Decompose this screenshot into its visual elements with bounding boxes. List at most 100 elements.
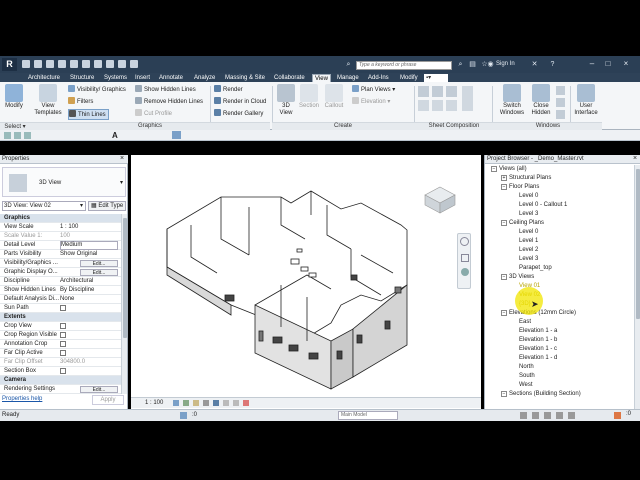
tree-leaf[interactable]: Level 3 — [519, 255, 538, 264]
property-value[interactable]: Architectural — [60, 277, 118, 286]
tree-node[interactable]: − Views (all) — [491, 165, 527, 174]
tree-node[interactable]: − Sections (Building Section) — [501, 390, 581, 399]
tree-leaf[interactable]: Level 0 — [519, 192, 538, 201]
properties-section-header[interactable]: Extents — [0, 313, 122, 322]
render-icon[interactable] — [213, 400, 219, 406]
text-icon[interactable] — [94, 60, 102, 68]
3d-view-icon[interactable] — [106, 60, 114, 68]
property-value[interactable]: 304800.0 — [60, 358, 118, 367]
tab-structure[interactable]: Structure — [68, 74, 96, 82]
tree-node[interactable]: −3D Views — [501, 273, 534, 282]
property-value[interactable]: By Discipline — [60, 286, 118, 295]
collapse-icon[interactable]: − — [501, 220, 507, 226]
visibility-graphics-button[interactable]: Visibility/ Graphics — [68, 85, 126, 94]
property-value[interactable]: Show Original — [60, 250, 118, 259]
measure-icon[interactable] — [82, 60, 90, 68]
revisions-icon[interactable] — [418, 100, 429, 111]
drawing-area[interactable] — [131, 155, 481, 409]
close-hidden-button[interactable]: Close Hidden — [530, 84, 552, 117]
tab-modify[interactable]: Modify — [398, 74, 420, 82]
shadows-icon[interactable] — [203, 400, 209, 406]
edit-type-button[interactable]: ▦ Edit Type — [88, 201, 126, 211]
save-icon[interactable] — [34, 60, 42, 68]
search-icon[interactable]: ⌕ — [456, 60, 465, 69]
view-ref-tools-icon[interactable] — [462, 86, 473, 111]
tree-node[interactable]: − Floor Plans — [501, 183, 539, 192]
user-interface-button[interactable]: User Interface — [572, 84, 600, 117]
zoom-window-icon[interactable] — [461, 254, 469, 262]
cut-profile-button[interactable]: Cut Profile — [135, 109, 172, 118]
tab-analyze[interactable]: Analyze — [192, 74, 217, 82]
tree-leaf[interactable]: Level 3 — [519, 210, 538, 219]
collapse-icon[interactable]: − — [501, 391, 507, 397]
select-pinned-icon[interactable] — [24, 132, 31, 139]
property-value[interactable]: None — [60, 295, 118, 304]
3d-view-button[interactable]: 3D View — [275, 84, 297, 117]
title-block-icon[interactable] — [432, 86, 443, 97]
hide-isolate-icon[interactable] — [243, 400, 249, 406]
properties-scrollbar[interactable] — [121, 214, 127, 394]
zoom-icon[interactable] — [461, 268, 469, 276]
modify-button[interactable]: Modify — [2, 84, 26, 110]
help-icon[interactable]: ? — [548, 60, 557, 69]
view-scale[interactable]: 1 : 100 — [145, 400, 163, 406]
properties-section-header[interactable]: Graphics — [0, 214, 122, 223]
maximize-icon[interactable]: □ — [602, 59, 614, 69]
tab-systems[interactable]: Systems — [102, 74, 129, 82]
select-underlay-icon[interactable] — [14, 132, 21, 139]
view-templates-button[interactable]: View Templates — [33, 84, 63, 117]
render-button[interactable]: Render — [214, 85, 243, 94]
property-checkbox[interactable] — [60, 367, 118, 376]
binoculars-icon[interactable]: ⌕ — [344, 60, 353, 69]
cascade-icon[interactable] — [556, 98, 565, 107]
close-icon[interactable]: × — [620, 59, 632, 69]
redo-icon[interactable] — [58, 60, 66, 68]
tree-leaf[interactable]: East — [519, 318, 531, 327]
crop-icon[interactable] — [223, 400, 229, 406]
tab-insert[interactable]: Insert — [133, 74, 152, 82]
sheet-icon[interactable] — [418, 86, 429, 97]
select-links-icon[interactable] — [520, 412, 527, 419]
thin-lines-button[interactable]: Thin Lines — [68, 109, 109, 120]
apply-button[interactable]: Apply — [92, 395, 124, 405]
tree-leaf[interactable]: Level 0 - Callout 1 — [519, 201, 567, 210]
collapse-icon[interactable]: − — [501, 310, 507, 316]
collapse-icon[interactable]: − — [501, 184, 507, 190]
callout-button[interactable]: Callout — [322, 84, 346, 110]
tree-leaf[interactable]: Elevation 1 - c — [519, 345, 557, 354]
sun-path-icon[interactable] — [193, 400, 199, 406]
open-icon[interactable] — [22, 60, 30, 68]
tab-view[interactable]: View — [312, 74, 331, 82]
section-icon[interactable] — [118, 60, 126, 68]
tab-architecture[interactable]: Architecture — [26, 74, 62, 82]
tab-collaborate[interactable]: Collaborate — [272, 74, 307, 82]
guide-grid-icon[interactable] — [446, 86, 457, 97]
app-logo[interactable]: R — [2, 58, 17, 71]
tree-leaf[interactable]: West — [519, 381, 533, 390]
select-pinned-icon[interactable] — [544, 412, 551, 419]
plan-views-button[interactable]: Plan Views ▾ — [352, 85, 395, 94]
thin-lines-toggle-icon[interactable] — [172, 131, 181, 139]
worksharing-icon[interactable] — [180, 412, 187, 419]
tree-leaf[interactable]: Level 1 — [519, 237, 538, 246]
filters-button[interactable]: Filters — [68, 97, 93, 106]
drag-elements-icon[interactable] — [568, 412, 575, 419]
lock-icon[interactable] — [233, 400, 239, 406]
tree-leaf[interactable]: North — [519, 363, 534, 372]
group-select[interactable]: Select ▾ — [0, 122, 30, 130]
checkbox[interactable] — [60, 368, 66, 374]
property-value[interactable]: Medium — [60, 241, 118, 250]
show-hidden-lines-button[interactable]: Show Hidden Lines — [135, 85, 196, 94]
replicate-icon[interactable] — [556, 86, 565, 95]
matchline-icon[interactable] — [432, 100, 443, 111]
visual-style-icon[interactable] — [183, 400, 189, 406]
design-option-dropdown[interactable]: Main Model — [338, 411, 398, 420]
checkbox[interactable] — [60, 323, 66, 329]
steering-wheel-icon[interactable] — [460, 237, 469, 246]
tab-manage[interactable]: Manage — [335, 74, 361, 82]
tree-node[interactable]: + Structural Plans — [501, 174, 551, 183]
edit-button[interactable]: Edit... — [80, 269, 118, 276]
exchange-icon[interactable]: ✕ — [530, 60, 539, 69]
edit-button[interactable]: Edit... — [80, 260, 118, 267]
remove-hidden-lines-button[interactable]: Remove Hidden Lines — [135, 97, 203, 106]
